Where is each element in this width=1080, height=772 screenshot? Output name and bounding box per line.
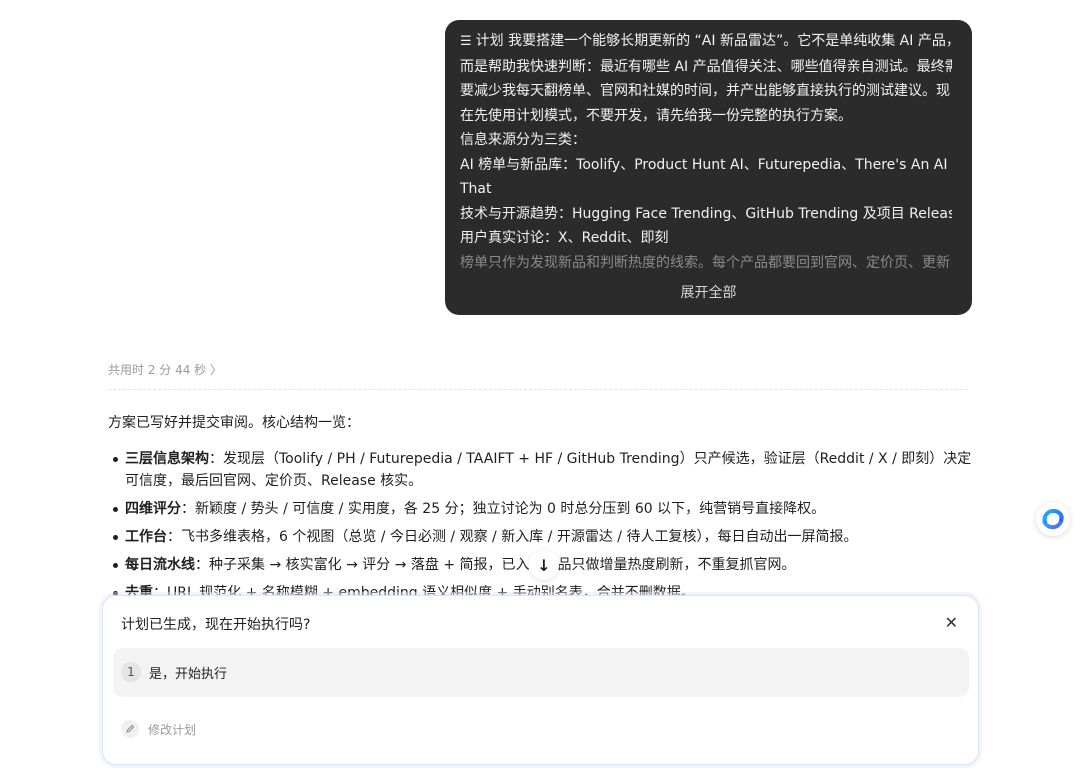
divider xyxy=(108,389,968,390)
user-message-line: 在先使用计划模式，不要开发，请先给我一份完整的执行方案。 xyxy=(460,107,852,124)
bullet-title: 工作台 xyxy=(125,529,167,545)
edit-plan-label: 修改计划 xyxy=(148,722,197,737)
edit-plan-button[interactable]: 修改计划 xyxy=(121,720,196,738)
bullet-title: 三层信息架构 xyxy=(125,451,209,467)
user-message-line-1: ☰ 计划 我要搭建一个能够长期更新的 “AI 新品雷达”。它不是单纯收集 AI 产… xyxy=(460,29,952,55)
chat-page: ☰ 计划 我要搭建一个能够长期更新的 “AI 新品雷达”。它不是单纯收集 AI 产… xyxy=(0,0,1080,772)
option-label: 是，开始执行 xyxy=(149,667,228,682)
list-item: 四维评分：新颖度 / 势头 / 可信度 / 实用度，各 25 分；独立讨论为 0… xyxy=(108,498,973,520)
execute-plan-dialog: 计划已生成，现在开始执行吗? ✕ 1 是，开始执行 修改计划 xyxy=(102,595,979,765)
user-message-line: 而是帮助我快速判断：最近有哪些 AI 产品值得关注、哪些值得亲自测试。最终需 xyxy=(460,58,952,75)
bullet-text: ：飞书多维表格，6 个视图（总览 / 今日必测 / 观察 / 新入库 / 开源雷… xyxy=(167,529,858,545)
bullet-text: ：种子采集 → 核实富化 → 评分 → 落盘 + 简报，已入库产品只做增量热度刷… xyxy=(195,557,796,573)
assistant-answer: 方案已写好并提交审阅。核心结构一览： 三层信息架构：发现层（Toolify / … xyxy=(108,412,973,610)
option-start-execution[interactable]: 1 是，开始执行 xyxy=(113,648,969,697)
expand-all-button[interactable]: 展开全部 xyxy=(445,281,972,306)
bullet-title: 四维评分 xyxy=(125,501,181,517)
assistant-logo-icon[interactable] xyxy=(1036,502,1070,536)
scroll-to-bottom-button[interactable]: ↓ xyxy=(529,550,559,580)
arrow-down-icon: ↓ xyxy=(537,555,551,575)
elapsed-time-toggle[interactable]: 共用时 2 分 44 秒 〉 xyxy=(108,361,222,378)
user-message-line: 信息来源分为三类： xyxy=(460,132,586,148)
bullet-text: ：新颖度 / 势头 / 可信度 / 实用度，各 25 分；独立讨论为 0 时总分… xyxy=(181,501,826,517)
user-message-bubble: ☰ 计划 我要搭建一个能够长期更新的 “AI 新品雷达”。它不是单纯收集 AI 产… xyxy=(445,20,972,315)
list-item: 工作台：飞书多维表格，6 个视图（总览 / 今日必测 / 观察 / 新入库 / … xyxy=(108,526,973,548)
answer-intro: 方案已写好并提交审阅。核心结构一览： xyxy=(108,415,360,431)
bullet-text: ：发现层（Toolify / PH / Futurepedia / TAAIFT… xyxy=(125,451,972,489)
user-message-line: 要减少我每天翻榜单、官网和社媒的时间，并产出能够直接执行的测试建议。现 xyxy=(460,83,950,99)
pencil-icon xyxy=(121,720,139,738)
user-message-line: AI 榜单与新品库：Toolify、Product Hunt AI、Future… xyxy=(460,156,952,173)
plan-list-icon: ☰ xyxy=(460,34,472,49)
user-message-text: ☰ 计划 我要搭建一个能够长期更新的 “AI 新品雷达”。它不是单纯收集 AI 产… xyxy=(460,29,952,273)
list-item: 三层信息架构：发现层（Toolify / PH / Futurepedia / … xyxy=(108,448,973,492)
bullet-title: 每日流水线 xyxy=(125,557,195,573)
user-message-line: That xyxy=(460,181,492,197)
user-message-line: 计划 我要搭建一个能够长期更新的 “AI 新品雷达”。它不是单纯收集 AI 产品… xyxy=(475,33,952,49)
option-number-badge: 1 xyxy=(121,662,141,682)
close-icon[interactable]: ✕ xyxy=(945,613,958,632)
dialog-title: 计划已生成，现在开始执行吗? xyxy=(121,617,311,633)
user-message-line: 用户真实讨论：X、Reddit、即刻 xyxy=(460,230,669,246)
answer-bullet-list: 三层信息架构：发现层（Toolify / PH / Futurepedia / … xyxy=(108,448,973,604)
user-message-line: 技术与开源趋势：Hugging Face Trending、GitHub Tre… xyxy=(460,205,952,222)
user-message-faded-line: 榜单只作为发现新品和判断热度的线索。每个产品都要回到官网、定价页、更新 xyxy=(460,254,950,271)
